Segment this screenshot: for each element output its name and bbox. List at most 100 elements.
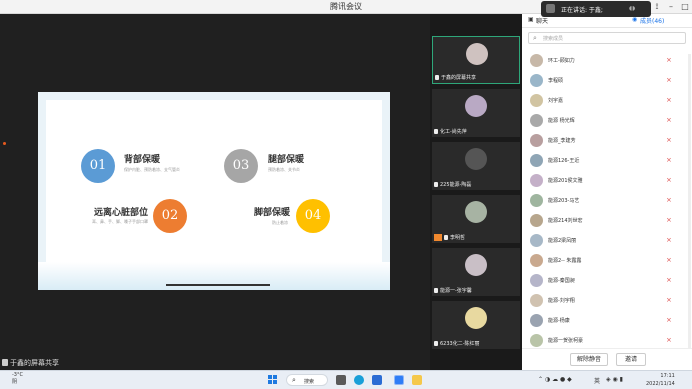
- mic-muted-icon[interactable]: ⨯: [666, 236, 672, 244]
- avatar: [530, 134, 543, 147]
- slide-item-number: 01: [81, 149, 115, 183]
- invite-button[interactable]: 邀请: [616, 353, 646, 366]
- mic-muted-icon[interactable]: ⨯: [666, 76, 672, 84]
- member-search[interactable]: ⌕ 搜索成员: [528, 32, 686, 44]
- member-row[interactable]: 能源2梁凤丽 ⨯: [522, 232, 692, 251]
- member-name: 能源126-王近: [548, 158, 580, 164]
- mic-muted-icon[interactable]: ⨯: [666, 196, 672, 204]
- video-tile[interactable]: 于鑫的屏幕共享: [432, 36, 520, 84]
- unmute-all-button[interactable]: 解除静音: [570, 353, 608, 366]
- member-row[interactable]: 能源2-- 朱露露 ⨯: [522, 252, 692, 271]
- mic-muted-icon[interactable]: ⨯: [666, 256, 672, 264]
- video-tile-label: 于鑫的屏幕共享: [441, 75, 477, 81]
- clock-time: 17:11: [660, 373, 675, 379]
- pin-icon[interactable]: ⟟: [650, 0, 664, 14]
- video-tile-label: 能源一-张宇馨: [440, 288, 472, 294]
- video-tile-label: 225能源-陶磊: [440, 182, 472, 188]
- video-tile[interactable]: 能源一-张宇馨: [432, 248, 520, 296]
- mic-muted-icon[interactable]: ⨯: [666, 156, 672, 164]
- mic-muted-icon[interactable]: ⨯: [666, 296, 672, 304]
- member-name: 能源-秦国昶: [548, 278, 575, 284]
- chat-icon: ▣: [528, 16, 534, 23]
- video-tile[interactable]: 李明哲: [432, 195, 520, 243]
- network-volume-icons[interactable]: ◈ ◉ ▮: [606, 376, 623, 383]
- member-list-scrollbar[interactable]: [688, 54, 691, 350]
- mic-muted-icon[interactable]: ⨯: [666, 336, 672, 344]
- ime-indicator[interactable]: 英: [594, 376, 600, 385]
- member-row[interactable]: 能源_李建芳 ⨯: [522, 132, 692, 151]
- avatar: [530, 254, 543, 267]
- video-tile[interactable]: 6233化二-陈红丽: [432, 301, 520, 349]
- member-row[interactable]: 能源126-王近 ⨯: [522, 152, 692, 171]
- members-panel: ▣ 聊天 ◉ 成员(46) ⌕ 搜索成员 环工-顾如力 ⨯ 李程硕 ⨯ 刘宇嘉 ⨯ 能源 杨…: [522, 14, 692, 370]
- clock[interactable]: 17:11 2022/11/14: [646, 372, 675, 388]
- slide-item-number: 04: [296, 199, 330, 233]
- member-row[interactable]: 能源214刘世宏 ⨯: [522, 212, 692, 231]
- file-explorer-icon[interactable]: [412, 375, 422, 385]
- avatar: [530, 234, 543, 247]
- member-row[interactable]: 能源-杨康 ⨯: [522, 312, 692, 331]
- members-icon: ◉: [632, 16, 638, 23]
- mic-muted-icon[interactable]: ⨯: [666, 276, 672, 284]
- member-row[interactable]: 能源201侯文雅 ⨯: [522, 172, 692, 191]
- mic-muted-icon[interactable]: ⨯: [666, 316, 672, 324]
- meeting-window: 腾讯会议 ⟟ – □ 01 背部保暖 保护内脏、预防着凉、支气管炎 03 腿部保…: [0, 0, 692, 389]
- slide-item-title: 背部保暖: [124, 155, 161, 165]
- edge-icon[interactable]: [354, 375, 364, 385]
- member-name: 能源 杨光辉: [548, 118, 575, 124]
- member-row[interactable]: 刘宇嘉 ⨯: [522, 92, 692, 111]
- weather-widget[interactable]: -3°C 阴: [12, 372, 23, 386]
- video-tile[interactable]: 225能源-陶磊: [432, 142, 520, 190]
- member-row[interactable]: 能源-刘宇翔 ⨯: [522, 292, 692, 311]
- member-row[interactable]: 能源 杨光辉 ⨯: [522, 112, 692, 131]
- member-row[interactable]: 李程硕 ⨯: [522, 72, 692, 91]
- member-name: 能源_李建芳: [548, 138, 576, 144]
- tencent-meeting-icon[interactable]: [394, 375, 404, 385]
- mic-muted-icon[interactable]: ⨯: [666, 176, 672, 184]
- speaking-toast: 正在讲话: 于鑫; ◖◗: [541, 1, 651, 17]
- video-tile-label-wrap: 6233化二-陈红丽: [434, 340, 480, 347]
- member-name: 能源203-马艺: [548, 198, 580, 204]
- mic-muted-icon[interactable]: ⨯: [666, 56, 672, 64]
- maximize-icon[interactable]: □: [678, 0, 692, 14]
- member-name: 能源201侯文雅: [548, 178, 583, 184]
- member-name: 刘宇嘉: [548, 98, 564, 104]
- tab-members[interactable]: 成员(46): [640, 16, 664, 25]
- member-row[interactable]: 能源203-马艺 ⨯: [522, 192, 692, 211]
- tab-chat[interactable]: 聊天: [536, 16, 548, 25]
- video-strip: 于鑫的屏幕共享 化工-尚先萍 225能源-陶磊 李明哲 能源一-张宇馨 6233…: [430, 14, 522, 370]
- minimize-icon[interactable]: –: [664, 0, 678, 14]
- search-icon: ⌕: [292, 376, 296, 384]
- taskbar-search[interactable]: ⌕ 搜索: [286, 374, 328, 386]
- video-tile[interactable]: 化工-尚先萍: [432, 89, 520, 137]
- slide-item-title: 远离心脏部位: [94, 208, 149, 218]
- avatar: [530, 154, 543, 167]
- mic-muted-icon[interactable]: ⨯: [666, 96, 672, 104]
- member-row[interactable]: 能源-秦国昶 ⨯: [522, 272, 692, 291]
- video-tile-label-wrap: 李明哲: [434, 234, 465, 241]
- slide-item-number: 02: [153, 199, 187, 233]
- avatar: [530, 314, 543, 327]
- slide-item-subtitle: 防止着凉: [272, 220, 288, 225]
- mic-icon: [434, 341, 438, 346]
- task-view-icon[interactable]: [336, 375, 346, 385]
- slide-item-subtitle: 预防着凉、关节炎: [268, 167, 300, 172]
- member-name: 能源一贺张柯豪: [548, 338, 584, 344]
- video-tile-label: 6233化二-陈红丽: [440, 341, 480, 347]
- mic-muted-icon[interactable]: ⨯: [666, 216, 672, 224]
- start-button[interactable]: [268, 375, 278, 385]
- mic-muted-icon[interactable]: ⨯: [666, 116, 672, 124]
- avatar: [465, 95, 487, 117]
- tray-icons[interactable]: ⌃ ◑ ☁ ● ◆: [538, 376, 572, 383]
- video-tile-label: 李明哲: [450, 235, 466, 241]
- mic-muted-icon[interactable]: ⨯: [666, 136, 672, 144]
- avatar: [530, 334, 543, 347]
- avatar: [465, 201, 487, 223]
- avatar: [466, 43, 488, 65]
- member-name: 能源2梁凤丽: [548, 238, 577, 244]
- slide-item-subtitle: 耳、鼻、手、脚、嗓子手部口罩: [92, 219, 148, 224]
- store-icon[interactable]: [372, 375, 382, 385]
- avatar: [530, 194, 543, 207]
- member-name: 能源2-- 朱露露: [548, 258, 582, 264]
- member-row[interactable]: 环工-顾如力 ⨯: [522, 52, 692, 71]
